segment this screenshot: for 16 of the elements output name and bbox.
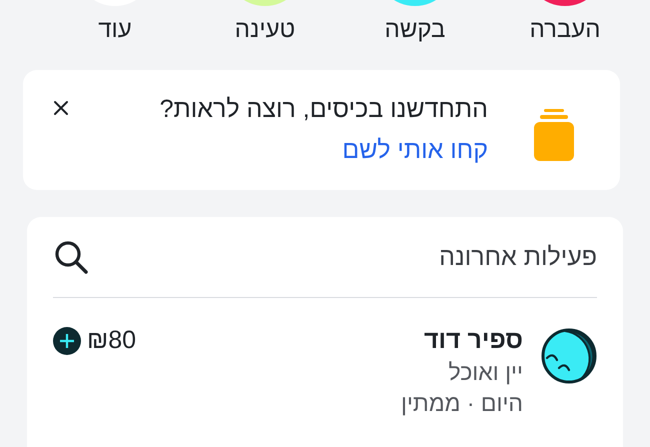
status-text: היום · ממתין bbox=[400, 390, 523, 417]
banner-link[interactable]: קחו אותי לשם bbox=[342, 136, 488, 165]
amount-text: ₪80 bbox=[87, 326, 136, 355]
category-text: יין ואוכל bbox=[447, 359, 523, 386]
quick-action-label[interactable]: טעינה bbox=[234, 16, 296, 44]
jar-icon bbox=[534, 109, 574, 161]
plus-icon bbox=[53, 326, 81, 354]
search-icon[interactable] bbox=[53, 239, 89, 275]
payee-name: ספיר דוד bbox=[422, 326, 523, 355]
quick-action-label[interactable]: בקשה bbox=[384, 16, 446, 44]
avatar-icon bbox=[541, 328, 597, 384]
quick-action-label[interactable]: העברה bbox=[530, 16, 600, 44]
quick-action-label[interactable]: עוד bbox=[98, 16, 132, 44]
close-icon[interactable] bbox=[53, 100, 69, 116]
banner-title: התחדשנו בכיסים, רוצה לראות? bbox=[158, 95, 488, 124]
section-title: פעילות אחרונה bbox=[439, 242, 597, 272]
